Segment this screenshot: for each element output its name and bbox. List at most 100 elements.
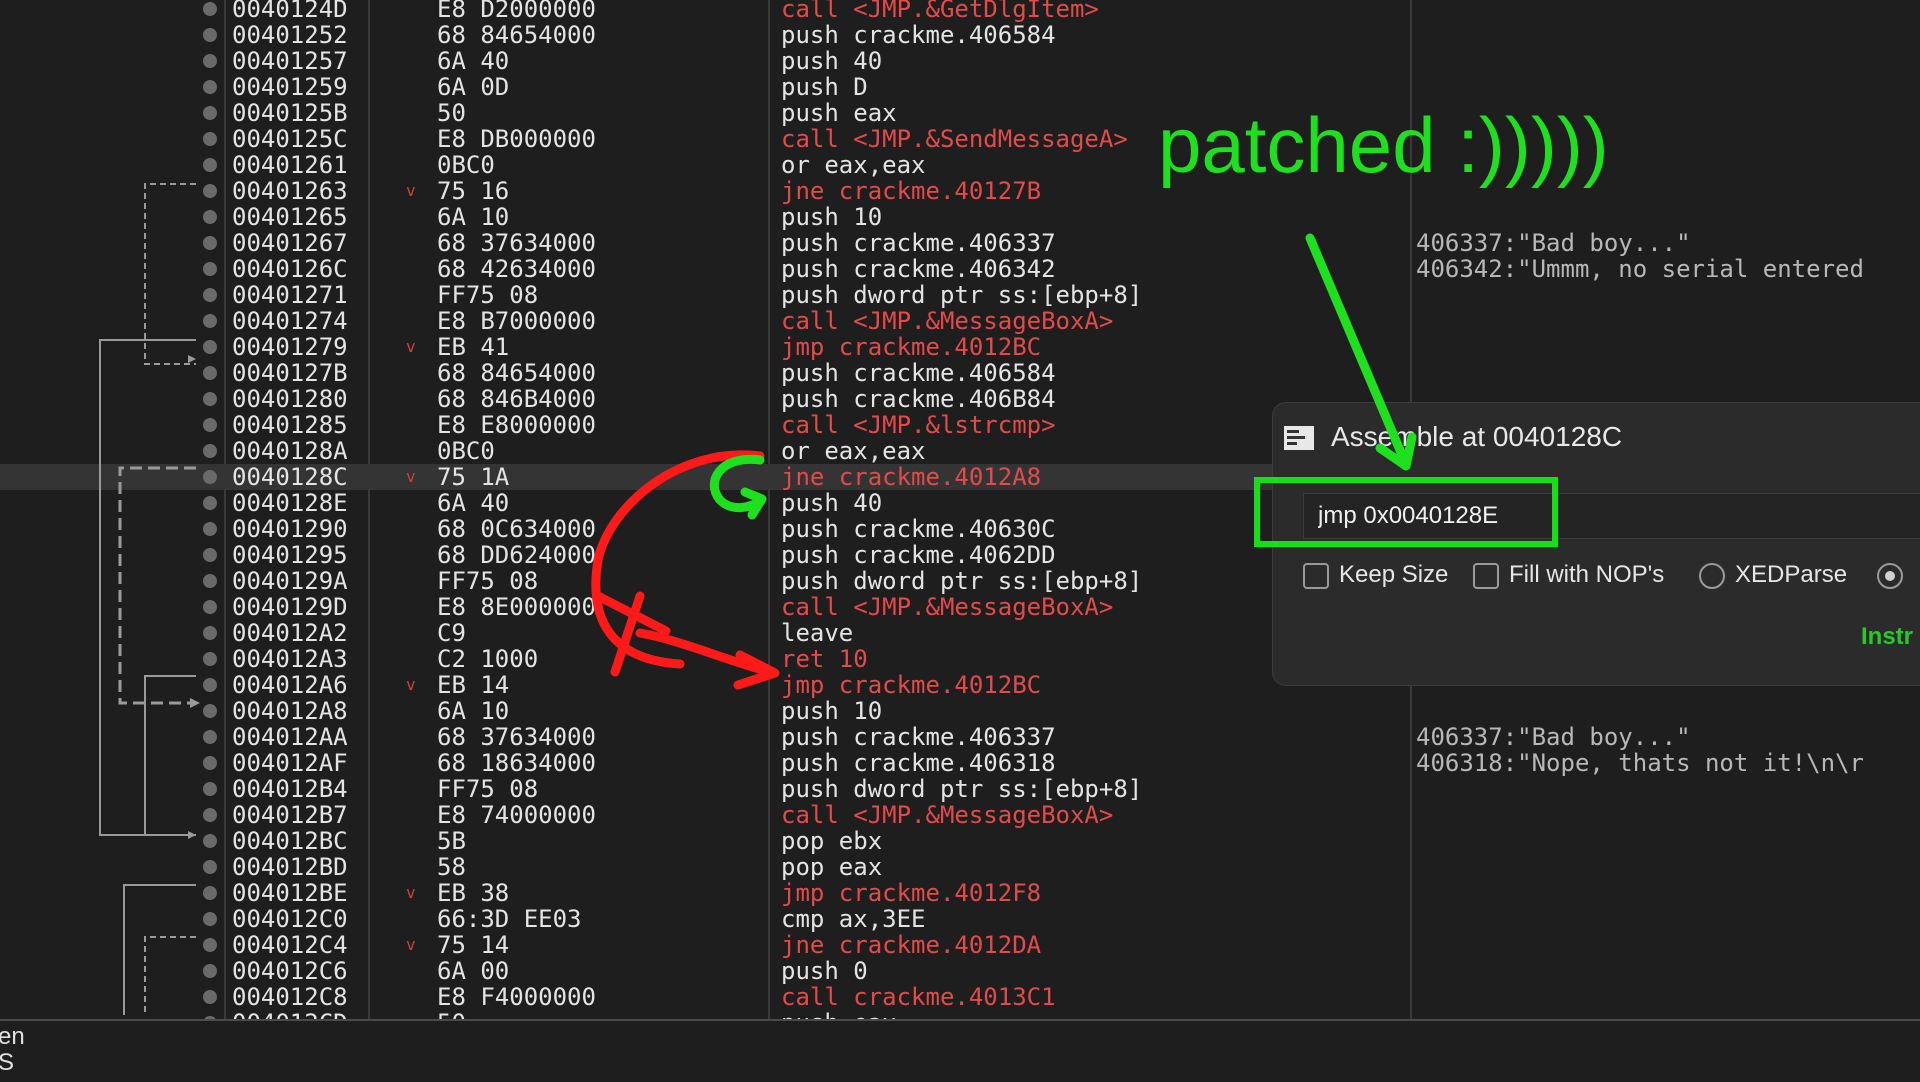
- row-instruction: call <JMP.&SendMessageA>: [781, 125, 1128, 153]
- row-instruction: jne crackme.40127B: [781, 177, 1042, 205]
- disasm-row[interactable]: 00401279 v EB 41 jmp crackme.4012BC: [0, 334, 1920, 360]
- keep-size-box[interactable]: [1303, 562, 1329, 589]
- row-address: 0040126C: [232, 255, 348, 283]
- row-address: 004012B7: [232, 801, 348, 829]
- row-bytes: 6A 00: [437, 957, 510, 985]
- row-bytes: FF75 08: [437, 281, 539, 309]
- disasm-row[interactable]: 00401257 6A 40 push 40: [0, 48, 1920, 74]
- row-address: 004012AA: [232, 723, 348, 751]
- row-bytes: 50: [437, 99, 466, 127]
- disasm-row[interactable]: 0040126C 68 42634000 push crackme.406342 40…: [0, 256, 1920, 282]
- row-comment: 406342:"Ummm, no serial entered: [1416, 255, 1864, 283]
- row-instruction: or eax,eax: [781, 151, 926, 179]
- row-bytes: EB 41: [437, 333, 510, 361]
- disasm-row[interactable]: 004012AA 68 37634000 push crackme.406337 40…: [0, 724, 1920, 750]
- row-bytes: EB 14: [437, 671, 510, 699]
- row-address: 004012A3: [232, 645, 348, 673]
- row-bytes: 0BC0: [437, 437, 495, 465]
- row-bytes: C9: [437, 619, 466, 647]
- row-comment: 406337:"Bad boy...": [1416, 723, 1691, 751]
- input-highlight-box: [1254, 477, 1558, 547]
- row-bytes: 58: [437, 853, 466, 881]
- disasm-row[interactable]: 004012C6 6A 00 push 0: [0, 958, 1920, 984]
- keep-size-checkbox[interactable]: Keep Size: [1303, 561, 1448, 589]
- row-address: 00401271: [232, 281, 348, 309]
- disasm-row[interactable]: 00401271 FF75 08 push dword ptr ss:[ebp+8]: [0, 282, 1920, 308]
- row-instruction: push 40: [781, 489, 883, 517]
- row-bytes: 68 0C634000: [437, 515, 596, 543]
- row-bytes: FF75 08: [437, 775, 539, 803]
- disasm-row[interactable]: 004012C8 E8 F4000000 call crackme.4013C1: [0, 984, 1920, 1010]
- disasm-row[interactable]: 00401261 0BC0 or eax,eax: [0, 152, 1920, 178]
- row-bytes: 66:3D EE03: [437, 905, 582, 933]
- disasm-row[interactable]: 004012B4 FF75 08 push dword ptr ss:[ebp+8]: [0, 776, 1920, 802]
- disasm-row[interactable]: 004012C0 66:3D EE03 cmp ax,3EE: [0, 906, 1920, 932]
- disasm-row[interactable]: 004012A8 6A 10 push 10: [0, 698, 1920, 724]
- second-radio-circle[interactable]: [1877, 562, 1903, 589]
- disasm-row[interactable]: 00401252 68 84654000 push crackme.406584: [0, 22, 1920, 48]
- status-line-1: en: [0, 1023, 25, 1050]
- row-bytes: 68 18634000: [437, 749, 596, 777]
- row-instruction: push dword ptr ss:[ebp+8]: [781, 281, 1143, 309]
- row-instruction: or eax,eax: [781, 437, 926, 465]
- row-instruction: push crackme.406584: [781, 359, 1056, 387]
- row-address: 004012BC: [232, 827, 348, 855]
- disasm-row[interactable]: 00401259 6A 0D push D: [0, 74, 1920, 100]
- disasm-row[interactable]: 004012AF 68 18634000 push crackme.406318 40…: [0, 750, 1920, 776]
- row-instruction: push crackme.406337: [781, 229, 1056, 257]
- dialog-title: Assemble at 0040128C: [1331, 421, 1623, 452]
- row-bytes: 6A 10: [437, 203, 510, 231]
- row-instruction: call crackme.4013C1: [781, 983, 1056, 1011]
- row-address: 00401290: [232, 515, 348, 543]
- row-instruction: push crackme.406337: [781, 723, 1056, 751]
- row-bytes: 75 14: [437, 931, 510, 959]
- row-bytes: E8 8E000000: [437, 593, 596, 621]
- jump-indicator-icon: v: [406, 467, 416, 486]
- disasm-row[interactable]: 004012CD 50 push eax: [0, 1010, 1920, 1019]
- row-bytes: 68 846B4000: [437, 385, 596, 413]
- row-address: 00401252: [232, 21, 348, 49]
- disasm-row[interactable]: 00401265 6A 10 push 10: [0, 204, 1920, 230]
- second-radio[interactable]: [1877, 561, 1913, 589]
- row-address: 004012BE: [232, 879, 348, 907]
- disasm-row[interactable]: 004012B7 E8 74000000 call <JMP.&MessageBox…: [0, 802, 1920, 828]
- row-address: 00401274: [232, 307, 348, 335]
- row-address: 004012BD: [232, 853, 348, 881]
- disasm-row[interactable]: 00401263 v 75 16 jne crackme.40127B: [0, 178, 1920, 204]
- jump-line-jmp-4012f8: [123, 884, 196, 1015]
- row-bytes: 68 37634000: [437, 723, 596, 751]
- disasm-row[interactable]: 004012BC 5B pop ebx: [0, 828, 1920, 854]
- fill-nops-box[interactable]: [1473, 562, 1499, 589]
- fill-nops-checkbox[interactable]: Fill with NOP's: [1473, 561, 1664, 589]
- disasm-row[interactable]: 0040124D E8 D2000000 call <JMP.&GetDlgItem…: [0, 0, 1920, 22]
- disasm-row[interactable]: 0040125C E8 DB000000 call <JMP.&SendMessag…: [0, 126, 1920, 152]
- row-instruction: push crackme.406318: [781, 749, 1056, 777]
- jump-line-jne-4012da: [144, 936, 196, 1015]
- row-address: 00401295: [232, 541, 348, 569]
- row-address: 00401279: [232, 333, 348, 361]
- disasm-row[interactable]: 00401274 E8 B7000000 call <JMP.&MessageBox…: [0, 308, 1920, 334]
- row-address: 004012C8: [232, 983, 348, 1011]
- row-bytes: 6A 40: [437, 47, 510, 75]
- disasm-row[interactable]: 004012C4 v 75 14 jne crackme.4012DA: [0, 932, 1920, 958]
- row-instruction: jmp crackme.4012F8: [781, 879, 1042, 907]
- xedparse-radio[interactable]: XEDParse: [1699, 561, 1847, 589]
- row-address: 0040125B: [232, 99, 348, 127]
- jump-line-jne-40127b: [144, 183, 196, 365]
- row-address: 004012A6: [232, 671, 348, 699]
- row-instruction: push 0: [781, 957, 868, 985]
- row-instruction: jmp crackme.4012BC: [781, 671, 1042, 699]
- disasm-row[interactable]: 0040125B 50 push eax: [0, 100, 1920, 126]
- disasm-row[interactable]: 004012BD 58 pop eax: [0, 854, 1920, 880]
- status-line-2: S: [0, 1049, 15, 1076]
- disasm-row[interactable]: 00401267 68 37634000 push crackme.406337 40…: [0, 230, 1920, 256]
- xedparse-radio-circle[interactable]: [1699, 562, 1725, 589]
- row-address: 004012C6: [232, 957, 348, 985]
- row-comment: 406318:"Nope, thats not it!\n\r: [1416, 749, 1864, 777]
- disasm-row[interactable]: 004012BE v EB 38 jmp crackme.4012F8: [0, 880, 1920, 906]
- row-instruction: jne crackme.4012A8: [781, 463, 1042, 491]
- row-comment: 406337:"Bad boy...": [1416, 229, 1691, 257]
- row-instruction: call <JMP.&lstrcmp>: [781, 411, 1056, 439]
- instruction-status: Instr: [1861, 623, 1914, 650]
- disasm-row[interactable]: 0040127B 68 84654000 push crackme.406584: [0, 360, 1920, 386]
